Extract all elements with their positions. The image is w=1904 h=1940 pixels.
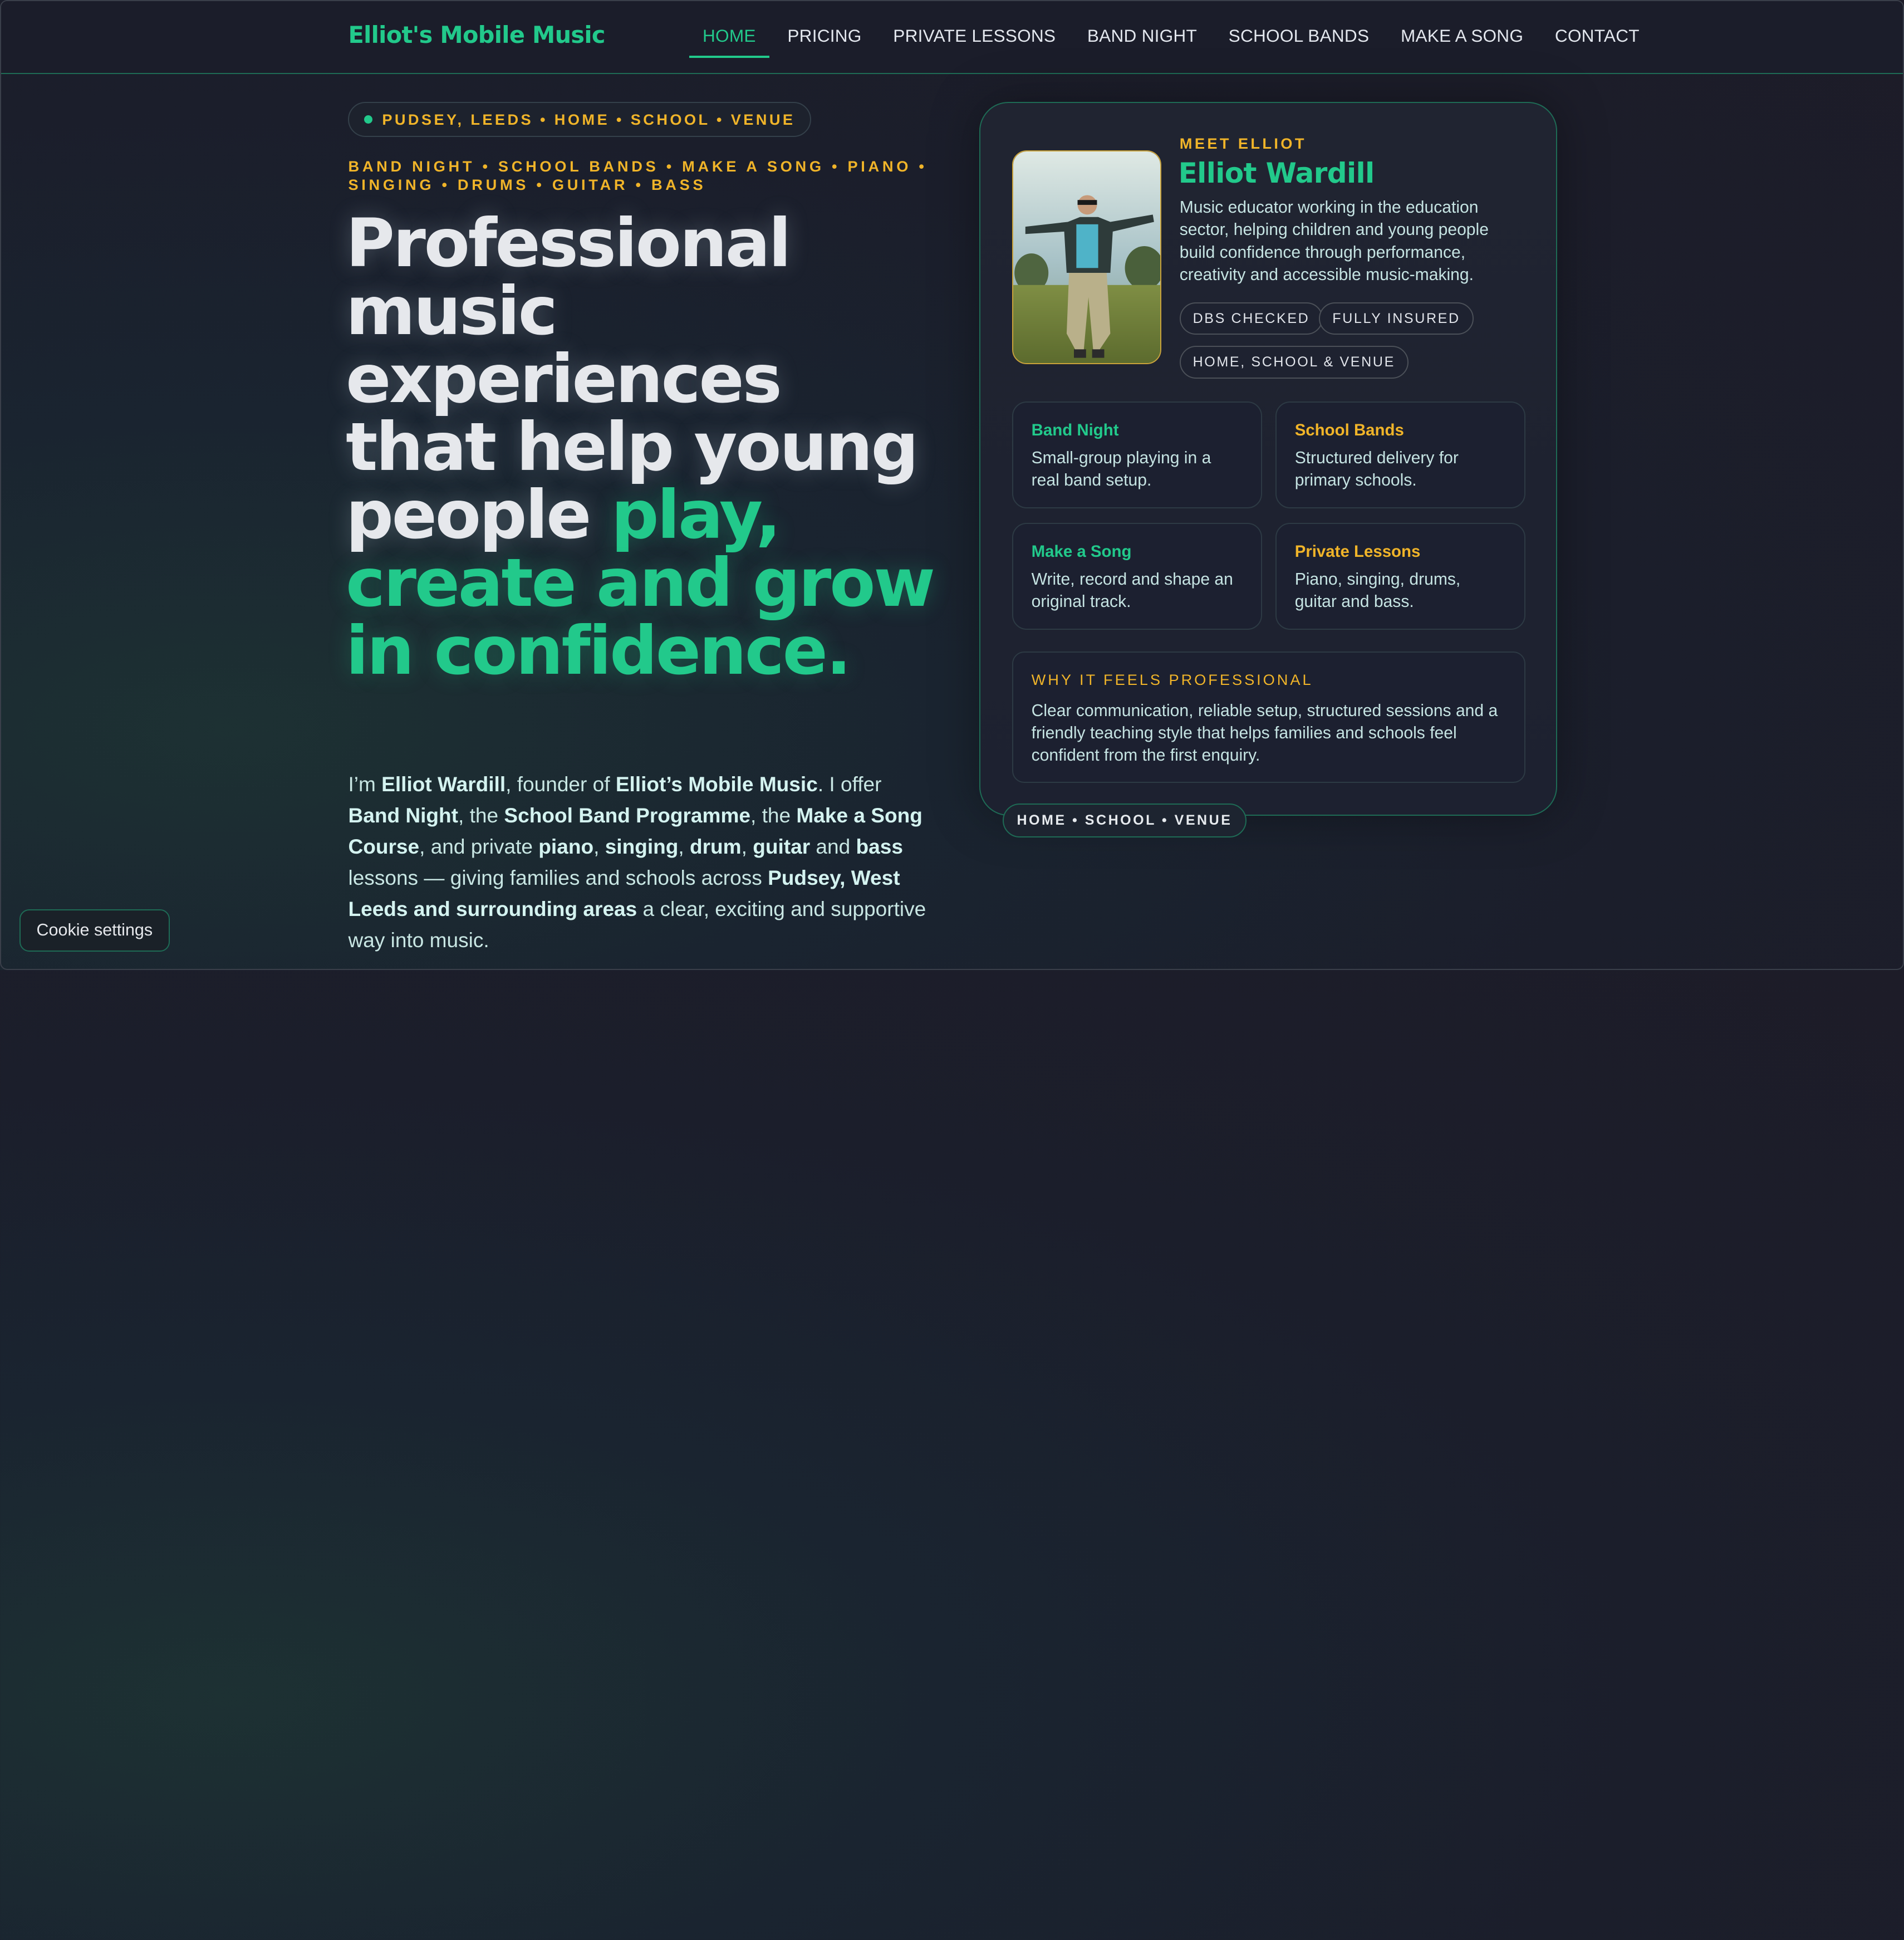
nav-make-a-song[interactable]: MAKE A SONG (1387, 1, 1537, 58)
nav-contact[interactable]: CONTACT (1542, 1, 1653, 58)
location-text: PUDSEY, LEEDS • HOME • SCHOOL • VENUE (382, 110, 796, 128)
why-professional-box: WHY IT FEELS PROFESSIONAL Clear communic… (1012, 651, 1526, 783)
main-nav: HOME PRICING PRIVATE LESSONS BAND NIGHT … (689, 1, 1657, 74)
service-title: Band Night (1031, 421, 1119, 440)
nav-home[interactable]: HOME (689, 1, 769, 58)
service-card-band-night[interactable]: Band Night Small-group playing in a real… (1012, 401, 1263, 509)
nav-band-night[interactable]: BAND NIGHT (1074, 1, 1210, 58)
service-desc: Structured delivery for primary schools. (1294, 449, 1459, 490)
services-tagline: BAND NIGHT • SCHOOL BANDS • MAKE A SONG … (348, 158, 928, 193)
meet-bio: Music educator working in the education … (1179, 198, 1489, 284)
badge-home-school-venue: HOME, SCHOOL & VENUE (1179, 346, 1409, 379)
service-card-private-lessons[interactable]: Private Lessons Piano, singing, drums, g… (1275, 523, 1526, 630)
site-header: Elliot's Mobile Music HOME PRICING PRIVA… (1, 1, 1903, 74)
service-desc: Small-group playing in a real band setup… (1031, 449, 1211, 490)
service-desc: Write, record and shape an original trac… (1031, 570, 1233, 611)
service-title: Private Lessons (1294, 542, 1421, 561)
meet-name: Elliot Wardill (1178, 156, 1375, 190)
page-frame: Elliot's Mobile Music HOME PRICING PRIVA… (0, 0, 1904, 970)
why-kicker: WHY IT FEELS PROFESSIONAL (1031, 671, 1313, 689)
status-dot-icon (364, 115, 372, 124)
brand-logo[interactable]: Elliot's Mobile Music (348, 22, 605, 48)
nav-school-bands[interactable]: SCHOOL BANDS (1215, 1, 1383, 58)
meet-kicker: MEET ELLIOT (1179, 134, 1307, 152)
nav-pricing[interactable]: PRICING (774, 1, 875, 58)
badge-dbs-checked: DBS CHECKED (1179, 302, 1323, 335)
hero-intro: I’m Elliot Wardill, founder of Elliot’s … (348, 772, 926, 952)
service-title: Make a Song (1031, 542, 1132, 561)
location-pill: PUDSEY, LEEDS • HOME • SCHOOL • VENUE (348, 101, 811, 138)
home-school-venue-pill: HOME • SCHOOL • VENUE (1002, 803, 1247, 837)
service-card-make-a-song[interactable]: Make a Song Write, record and shape an o… (1012, 523, 1263, 630)
service-card-school-bands[interactable]: School Bands Structured delivery for pri… (1275, 401, 1526, 509)
cookie-settings-button[interactable]: Cookie settings (19, 909, 170, 952)
badge-fully-insured: FULLY INSURED (1319, 302, 1474, 335)
why-text: Clear communication, reliable setup, str… (1031, 701, 1498, 765)
service-desc: Piano, singing, drums, guitar and bass. (1294, 570, 1461, 611)
elliot-photo (1012, 150, 1162, 364)
nav-private-lessons[interactable]: PRIVATE LESSONS (880, 1, 1069, 58)
service-title: School Bands (1294, 421, 1404, 440)
hero-headline: Professional music experiences that help… (346, 209, 940, 686)
